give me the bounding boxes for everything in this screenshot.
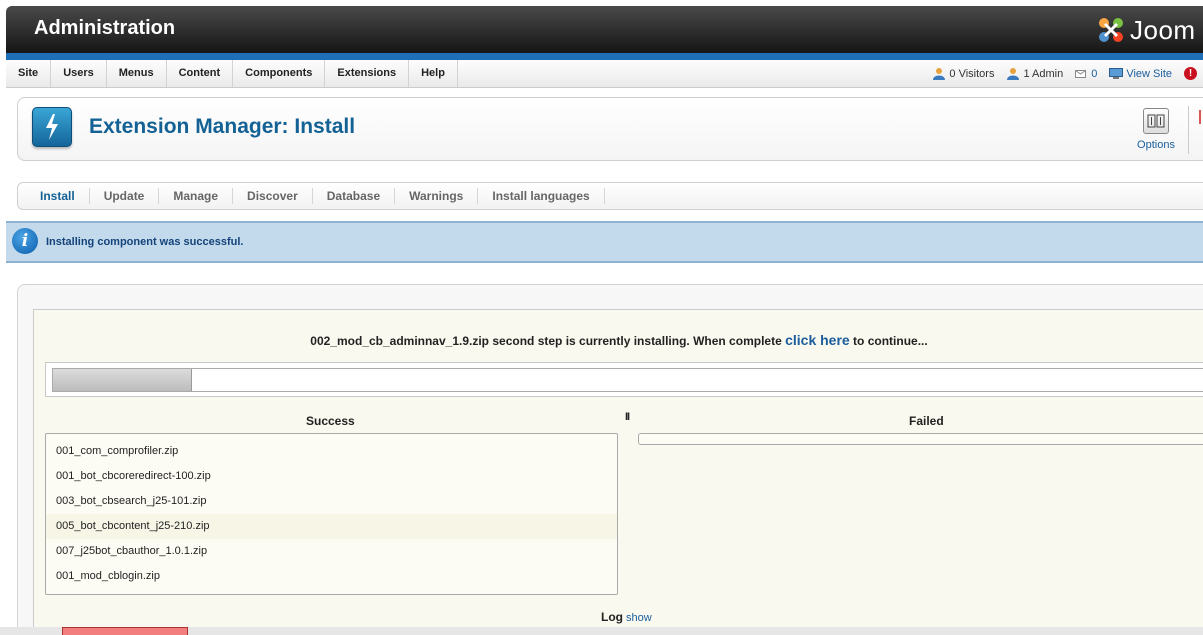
options-button[interactable]: Options xyxy=(1131,106,1181,156)
success-title: Success xyxy=(306,414,355,428)
admin-header: Administration Joom xyxy=(6,6,1203,53)
accent-band xyxy=(6,53,1203,60)
menu-help[interactable]: Help xyxy=(409,60,458,87)
list-item: 007_j25bot_cbauthor_1.0.1.zip xyxy=(56,545,208,557)
tab-manage[interactable]: Manage xyxy=(159,188,234,204)
extension-manager-icon xyxy=(32,107,72,147)
toolbar-divider xyxy=(1188,106,1189,154)
system-message: i Installing component was successful. xyxy=(6,221,1203,263)
menu-extensions[interactable]: Extensions xyxy=(325,60,410,87)
alert-icon[interactable]: ! xyxy=(1184,67,1197,80)
list-item: 001_com_comprofiler.zip xyxy=(56,445,179,457)
progress-bar xyxy=(52,368,1203,392)
help-icon[interactable] xyxy=(1199,110,1203,124)
log-row: Log show xyxy=(601,610,652,624)
menu-site[interactable]: Site xyxy=(6,60,52,87)
progress-fill xyxy=(53,369,193,391)
menu-content[interactable]: Content xyxy=(167,60,234,87)
visitors-count: 0 Visitors xyxy=(949,67,995,80)
header-title: Administration xyxy=(34,17,176,39)
monitor-icon xyxy=(1109,68,1124,79)
install-status-text: 002_mod_cb_adminnav_1.9.zip second step … xyxy=(310,334,782,348)
admins-status: 1 Admin xyxy=(1006,67,1063,80)
continue-link[interactable]: click here xyxy=(785,332,850,348)
main-menu-bar: Site Users Menus Content Components Exte… xyxy=(6,60,1203,88)
menu-components[interactable]: Components xyxy=(233,60,326,87)
install-status-line: 002_mod_cb_adminnav_1.9.zip second step … xyxy=(34,332,1203,348)
log-label: Log xyxy=(601,610,623,624)
options-label: Options xyxy=(1137,139,1175,151)
list-item: 001_bot_cbcoreredirect-100.zip xyxy=(56,470,211,482)
tab-install-languages[interactable]: Install languages xyxy=(478,188,605,204)
menu-users[interactable]: Users xyxy=(51,60,107,87)
messages-count: 0 xyxy=(1091,67,1098,80)
message-text: Installing component was successful. xyxy=(46,236,244,248)
admins-count: 1 Admin xyxy=(1023,67,1064,80)
logo-text: Joom xyxy=(1130,14,1196,45)
find-bar xyxy=(0,627,1203,635)
app-window: Administration Joom Site Users Menus Con… xyxy=(0,0,1203,635)
mail-icon xyxy=(1075,70,1087,78)
tab-install[interactable]: Install xyxy=(26,188,90,204)
progress-container xyxy=(45,362,1203,397)
tab-database[interactable]: Database xyxy=(313,188,396,204)
failed-title: Failed xyxy=(909,414,944,428)
menu-menus[interactable]: Menus xyxy=(107,60,167,87)
list-item: 003_bot_cbsearch_j25-101.zip xyxy=(56,495,207,507)
view-site-link[interactable]: View Site xyxy=(1109,68,1172,80)
tab-warnings[interactable]: Warnings xyxy=(395,188,479,204)
failed-list xyxy=(638,433,1203,445)
log-show-link[interactable]: show xyxy=(626,612,652,624)
visitors-icon xyxy=(933,68,946,80)
installer-panel: 002_mod_cb_adminnav_1.9.zip second step … xyxy=(33,309,1203,635)
info-icon: i xyxy=(12,228,38,254)
status-bar: 0 Visitors 1 Admin 0 View Site ! xyxy=(932,60,1203,87)
page-title: Extension Manager: Install xyxy=(89,115,356,138)
view-site-label: View Site xyxy=(1126,67,1172,80)
list-item: 001_mod_cblogin.zip xyxy=(56,570,160,582)
submenu-tabs: Install Update Manage Discover Database … xyxy=(17,182,1203,210)
tab-update[interactable]: Update xyxy=(90,188,160,204)
pause-icon[interactable]: II xyxy=(625,411,630,423)
joomla-logo[interactable]: Joom xyxy=(1096,13,1196,47)
lightning-icon xyxy=(46,114,58,140)
options-icon xyxy=(1143,108,1169,134)
toolbar-box: Extension Manager: Install Options xyxy=(17,97,1203,161)
success-list: 001_com_comprofiler.zip 001_bot_cbcorere… xyxy=(45,433,618,595)
list-item: 005_bot_cbcontent_j25-210.zip xyxy=(46,514,617,539)
admin-user-icon xyxy=(1007,68,1020,80)
install-status-suffix: to continue... xyxy=(853,334,928,348)
visitors-status: 0 Visitors xyxy=(932,67,994,80)
messages-status[interactable]: 0 xyxy=(1075,68,1097,80)
joomla-logo-icon xyxy=(1099,18,1123,42)
tab-discover[interactable]: Discover xyxy=(233,188,313,204)
find-input[interactable] xyxy=(62,627,188,635)
